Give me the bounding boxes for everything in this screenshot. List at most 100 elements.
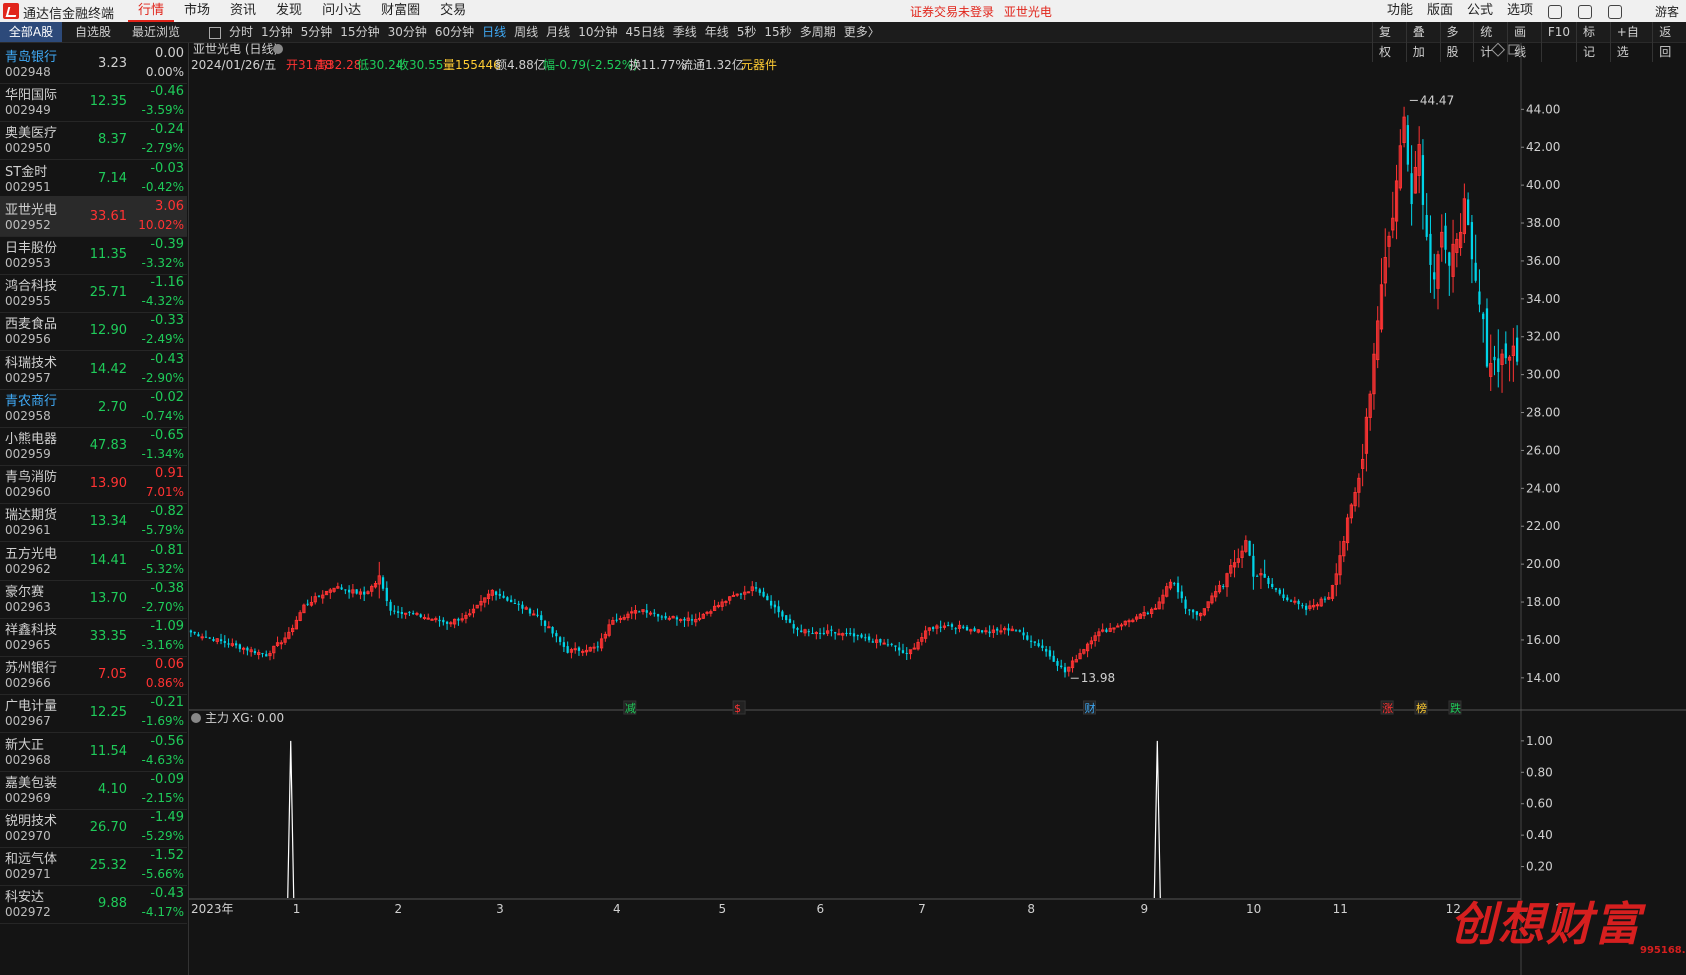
refresh-icon[interactable]: [1548, 5, 1563, 19]
period-16[interactable]: 更多〉: [840, 22, 884, 42]
kline-chart-panel[interactable]: 亚世光电 (日线) 2024/01/26/五 开31.18 高32.28 低30.24 收…: [188, 43, 1686, 975]
candle-body: [193, 631, 196, 634]
stock-row[interactable]: 日丰股份 002953 11.35 -0.39 -3.32%: [0, 234, 187, 275]
period-8[interactable]: 月线: [542, 22, 574, 42]
stock-code: 002966: [5, 676, 51, 691]
period-9[interactable]: 10分钟: [574, 22, 621, 42]
period-15[interactable]: 多周期: [796, 22, 840, 42]
menu-layout[interactable]: 版面: [1420, 2, 1460, 20]
period-13[interactable]: 5秒: [733, 22, 761, 42]
period-4[interactable]: 30分钟: [384, 22, 431, 42]
candle-body: [1304, 605, 1308, 610]
stock-row[interactable]: 科瑞技术 002957 14.42 -0.43 -2.90%: [0, 349, 187, 390]
menu-ask[interactable]: 问小达: [312, 2, 371, 22]
panel-toggle-icon[interactable]: [209, 27, 221, 39]
period-2[interactable]: 5分钟: [297, 22, 337, 42]
y-tick-label: 28.00: [1526, 406, 1560, 420]
stock-row[interactable]: 广电计量 002967 12.25 -0.21 -1.69%: [0, 692, 187, 734]
stock-row[interactable]: 青岛银行 002948 3.23 0.00 0.00%: [0, 43, 187, 84]
stock-row[interactable]: 瑞达期货 002961 13.34 -0.82 -5.79%: [0, 501, 187, 543]
candle-body: [1256, 575, 1259, 577]
stock-row[interactable]: 五方光电 002962 14.41 -0.81 -5.32%: [0, 540, 187, 581]
menu-options[interactable]: 选项: [1500, 2, 1540, 20]
y-tick-label: 14.00: [1526, 671, 1560, 685]
stock-row[interactable]: 西麦食品 002956 12.90 -0.33 -2.49%: [0, 310, 187, 352]
x-tick-label: 1: [293, 902, 301, 916]
period-10[interactable]: 45日线: [621, 22, 668, 42]
menu-discover[interactable]: 发现: [266, 2, 312, 22]
stock-row[interactable]: 鸿合科技 002955 25.71 -1.16 -4.32%: [0, 272, 187, 314]
menu-trade[interactable]: 交易: [430, 2, 476, 22]
candle-body: [996, 628, 999, 631]
stock-change: -0.81: [150, 542, 184, 558]
candle-body: [939, 626, 942, 628]
stock-change-pct: -2.79%: [141, 141, 184, 156]
y-tick-label: 18.00: [1526, 595, 1560, 609]
stock-name: 青岛银行: [5, 50, 58, 65]
stock-row[interactable]: 祥鑫科技 002965 33.35 -1.09 -3.16%: [0, 616, 187, 657]
x-tick-label: 6: [816, 902, 824, 916]
stock-row[interactable]: 科安达 002972 9.88 -0.43 -4.17%: [0, 883, 187, 925]
candle-body: [200, 636, 204, 639]
candle-body: [419, 614, 422, 617]
candle-body: [355, 589, 358, 594]
period-6[interactable]: 日线: [478, 22, 510, 42]
mail-icon[interactable]: [1608, 5, 1623, 19]
period-11[interactable]: 季线: [669, 22, 701, 42]
period-7[interactable]: 周线: [510, 22, 542, 42]
period-1[interactable]: 1分钟: [257, 22, 297, 42]
period-14[interactable]: 15秒: [760, 22, 795, 42]
candle-body: [894, 645, 897, 647]
menu-news[interactable]: 资讯: [220, 2, 266, 22]
menu-market[interactable]: 市场: [174, 2, 220, 22]
stock-row[interactable]: 奥美医疗 002950 8.37 -0.24 -2.79%: [0, 119, 187, 161]
period-3[interactable]: 15分钟: [336, 22, 383, 42]
stock-row[interactable]: 锐明技术 002970 26.70 -1.49 -5.29%: [0, 807, 187, 848]
candle-body: [814, 632, 818, 635]
tab-watchlist[interactable]: 自选股: [62, 22, 124, 42]
stock-change-pct: -0.74%: [141, 408, 184, 423]
header-close: 收30.55: [397, 58, 443, 72]
menu-quotes[interactable]: 行情: [128, 2, 175, 22]
stock-price: 13.34: [89, 514, 127, 530]
candle-body: [660, 616, 663, 618]
period-12[interactable]: 年线: [701, 22, 733, 42]
candle-body: [1007, 628, 1010, 631]
period-0[interactable]: 分时: [225, 22, 257, 42]
guest-user[interactable]: 游客: [1655, 3, 1679, 20]
phone-icon[interactable]: [1578, 5, 1593, 19]
candle-body: [898, 647, 901, 651]
stock-row[interactable]: 青农商行 002958 2.70 -0.02 -0.74%: [0, 387, 187, 428]
stock-row[interactable]: 豪尔赛 002963 13.70 -0.38 -2.70%: [0, 578, 187, 619]
stock-row[interactable]: 青鸟消防 002960 13.90 0.91 7.01%: [0, 463, 187, 505]
stock-row[interactable]: 亚世光电 002952 33.61 3.06 10.02%: [0, 195, 187, 237]
stock-code: 002967: [5, 714, 51, 729]
stock-row[interactable]: ST金时 002951 7.14 -0.03 -0.42%: [0, 158, 187, 199]
candle-body: [562, 642, 566, 647]
diamond-icon: [1490, 43, 1506, 57]
candle-body: [781, 611, 784, 617]
kline-chart[interactable]: 亚世光电 (日线)2024/01/26/五 开31.18高32.28低30.24收…: [189, 43, 1686, 975]
stock-row[interactable]: 小熊电器 002959 47.83 -0.65 -1.34%: [0, 425, 187, 466]
stock-row[interactable]: 华阳国际 002949 12.35 -0.46 -3.59%: [0, 81, 187, 123]
stock-row[interactable]: 新大正 002968 11.54 -0.56 -4.63%: [0, 731, 187, 772]
tab-recent[interactable]: 最近浏览: [124, 22, 188, 42]
login-notice[interactable]: 证券交易未登录 亚世光电: [910, 3, 1058, 20]
candle-body: [1195, 611, 1198, 615]
tab-all-a-shares[interactable]: 全部A股: [0, 22, 62, 42]
candle-body: [234, 643, 238, 646]
event-marker: $: [734, 702, 741, 715]
stock-change: -0.46: [150, 84, 184, 100]
menu-function[interactable]: 功能: [1380, 2, 1420, 20]
period-5[interactable]: 60分钟: [431, 22, 478, 42]
menu-formula[interactable]: 公式: [1460, 2, 1500, 20]
stock-row[interactable]: 嘉美包装 002969 4.10 -0.09 -2.15%: [0, 769, 187, 810]
candle-body: [442, 619, 445, 623]
menu-wealth-circle[interactable]: 财富圈: [371, 2, 430, 22]
stock-name: 青农商行: [5, 393, 58, 409]
stock-row[interactable]: 苏州银行 002966 7.05 0.06 0.86%: [0, 654, 187, 696]
candle-body: [581, 650, 585, 653]
candle-body: [1474, 262, 1477, 281]
stock-row[interactable]: 和远气体 002971 25.32 -1.52 -5.66%: [0, 845, 187, 887]
x-tick-label: 2023年: [191, 902, 234, 916]
